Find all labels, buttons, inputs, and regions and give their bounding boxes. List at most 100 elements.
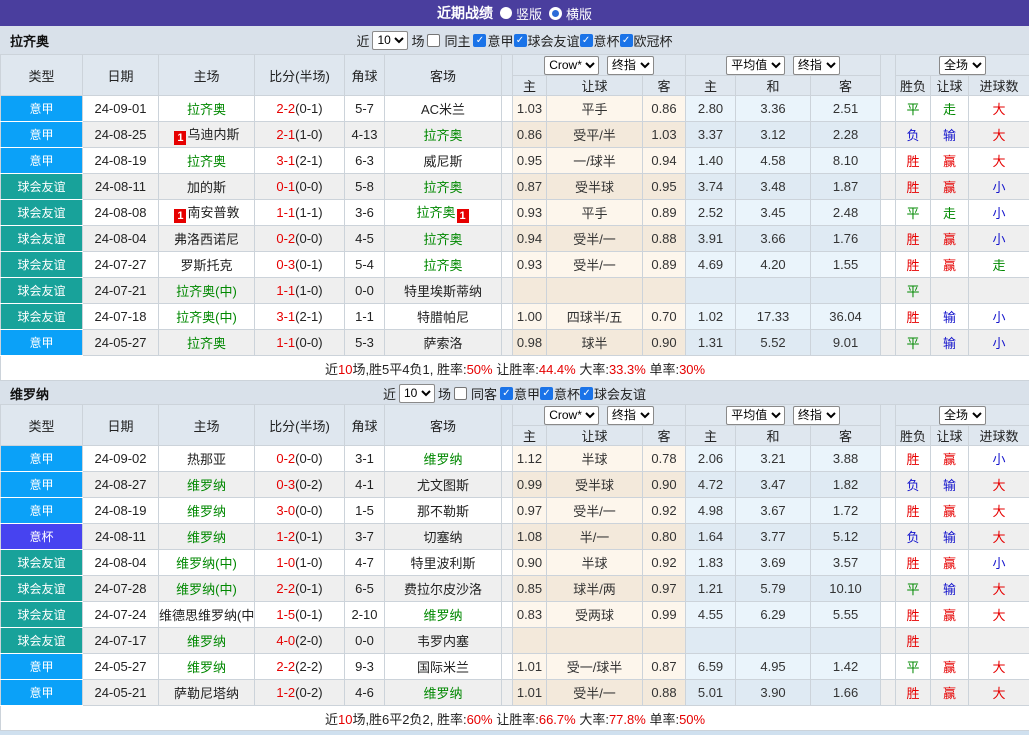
result-goals: 走 [968, 251, 1029, 278]
same-venue-checkbox[interactable] [427, 33, 441, 47]
summary-segment: 场,胜5平4负1, 胜率: [352, 361, 467, 377]
match-row: 球会友谊 24-08-08 1 南安普敦 1-1(1-1) 3-6 拉齐奥 1 0.93 平手 0.… [0, 199, 1029, 226]
avg-home-odds: 4.98 [685, 497, 737, 524]
match-type-badge: 意甲 [0, 679, 83, 706]
league-filter-欧冠杯[interactable]: ✓ 欧冠杯 [619, 31, 673, 50]
result-goals [968, 277, 1029, 304]
avg-home-odds: 5.01 [685, 679, 737, 706]
fulltime-score: 0-1 [276, 179, 296, 194]
match-count-select[interactable]: 10 [372, 30, 409, 50]
avg-home-odds: 1.64 [685, 523, 737, 550]
result-goals: 大 [968, 497, 1029, 524]
same-venue-filter[interactable]: 同主 [427, 31, 470, 50]
same-venue-checkbox[interactable] [453, 386, 467, 400]
league-checkbox[interactable]: ✓ [579, 33, 593, 47]
avg-draw-odds: 3.67 [735, 497, 812, 524]
league-filter-意杯[interactable]: ✓ 意杯 [540, 384, 580, 403]
score-cell: 1-2(0-1) [254, 523, 345, 550]
league-filter-意甲[interactable]: ✓ 意甲 [473, 31, 514, 50]
avg-away-odds: 2.51 [810, 95, 882, 122]
league-checkbox[interactable]: ✓ [500, 386, 513, 400]
halftime-score: (2-1) [295, 153, 323, 168]
team-name-text: 拉齐奥 [423, 258, 463, 273]
team-name-text: 韦罗内塞 [416, 634, 469, 649]
avg-away-odds: 5.12 [810, 523, 882, 550]
crow-away-odds: 0.92 [641, 549, 687, 576]
subcol-result-goals: 进球数 [968, 425, 1029, 446]
result-handicap: 赢 [930, 147, 970, 174]
league-checkbox[interactable]: ✓ [619, 33, 633, 47]
league-checkbox[interactable]: ✓ [473, 33, 487, 47]
away-team: 尤文图斯 [384, 471, 502, 498]
spacer-cell [501, 497, 513, 524]
avg-away-odds: 8.10 [810, 147, 882, 174]
score-cell: 2-1(1-0) [254, 121, 345, 148]
avg-draw-odds: 4.20 [735, 251, 812, 278]
same-venue-filter[interactable]: 同客 [453, 384, 497, 403]
summary-text: 近10场,胜5平4负1, 胜率:50% 让胜率:44.4% 大率:33.3% 单… [0, 355, 1029, 381]
summary-segment: 30% [679, 361, 706, 377]
fulltime-select[interactable]: 全场 [939, 55, 987, 75]
bookmaker-select[interactable]: Crow* [544, 405, 600, 425]
team-name-text: 萨勒尼塔纳 [173, 686, 239, 701]
corners-cell: 1-1 [344, 303, 385, 330]
avg-home-odds [685, 277, 737, 304]
odds-stage-select[interactable]: 终指 [606, 405, 654, 425]
avg-home-odds: 4.69 [685, 251, 737, 278]
spacer-cell [880, 199, 897, 226]
league-filter-意杯[interactable]: ✓ 意杯 [579, 31, 620, 50]
crow-home-odds: 0.99 [512, 471, 547, 498]
halftime-score: (1-0) [295, 127, 323, 142]
summary-segment: 33.3% [608, 361, 646, 377]
red-card-badge: 1 [456, 209, 469, 223]
recent-matches-table: 类型 日期 主场 比分(半场) 角球 客场 Crow* 终指 平均值 终指 全场… [0, 404, 1029, 731]
league-checkbox[interactable]: ✓ [540, 386, 554, 400]
crow-handicap: 受一/球半 [546, 653, 643, 680]
crow-home-odds: 1.00 [512, 303, 547, 330]
away-team: 拉齐奥 1 [384, 199, 502, 226]
crow-handicap [546, 627, 643, 654]
away-team: 维罗纳 [384, 679, 502, 706]
match-row: 意甲 24-09-01 拉齐奥 2-2(0-1) 5-7 AC米兰 1.03 平手 0.86 2.… [0, 95, 1029, 122]
result-group: 全场 [895, 54, 1029, 76]
crow-home-odds: 1.01 [512, 653, 547, 680]
spacer-cell [501, 277, 513, 304]
league-filter-球会友谊[interactable]: ✓ 球会友谊 [513, 31, 580, 50]
fulltime-select[interactable]: 全场 [939, 405, 987, 425]
crow-home-odds: 0.86 [512, 121, 547, 148]
vertical-layout-radio[interactable] [499, 7, 512, 19]
odds-stage-select-2[interactable]: 终指 [792, 55, 840, 75]
league-filter-球会友谊[interactable]: ✓ 球会友谊 [580, 384, 646, 403]
bookmaker-select[interactable]: Crow* [544, 55, 600, 75]
layout-option-vertical[interactable]: 竖版 [499, 4, 542, 23]
crow-home-odds: 1.03 [512, 95, 547, 122]
match-type-badge: 意甲 [0, 121, 83, 148]
crow-handicap [546, 277, 643, 304]
result-handicap: 走 [930, 95, 970, 122]
result-outcome: 平 [895, 575, 932, 602]
odds-stage-select[interactable]: 终指 [606, 55, 654, 75]
halftime-score: (0-1) [295, 607, 323, 622]
odds-stage-select-2[interactable]: 终指 [792, 405, 840, 425]
summary-row: 近10场,胜5平4负1, 胜率:50% 让胜率:44.4% 大率:33.3% 单… [0, 355, 1029, 381]
fulltime-score: 2-1 [276, 127, 296, 142]
average-select[interactable]: 平均值 [726, 55, 786, 75]
home-team: 维罗纳(中) [158, 549, 255, 576]
home-team: 维德思维罗纳(中) [158, 601, 255, 628]
team-name-text: 维罗纳(中) [176, 556, 237, 571]
crow-home-odds [512, 277, 547, 304]
match-date: 24-05-27 [82, 653, 159, 680]
average-select[interactable]: 平均值 [726, 405, 786, 425]
league-checkbox[interactable]: ✓ [580, 386, 594, 400]
result-handicap: 赢 [930, 679, 970, 706]
league-filter-意甲[interactable]: ✓ 意甲 [500, 384, 540, 403]
league-checkbox[interactable]: ✓ [513, 33, 527, 47]
result-goals: 小 [968, 173, 1029, 200]
crow-away-odds: 0.94 [641, 147, 687, 174]
result-handicap: 输 [930, 303, 970, 330]
match-count-select[interactable]: 10 [398, 383, 435, 403]
score-cell: 1-1(1-0) [254, 277, 345, 304]
horizontal-layout-radio[interactable] [549, 6, 562, 20]
match-row: 球会友谊 24-07-28 维罗纳(中) 2-2(0-1) 6-5 费拉尔皮沙洛 0.85 球… [0, 575, 1029, 602]
layout-option-horizontal[interactable]: 横版 [549, 4, 592, 23]
